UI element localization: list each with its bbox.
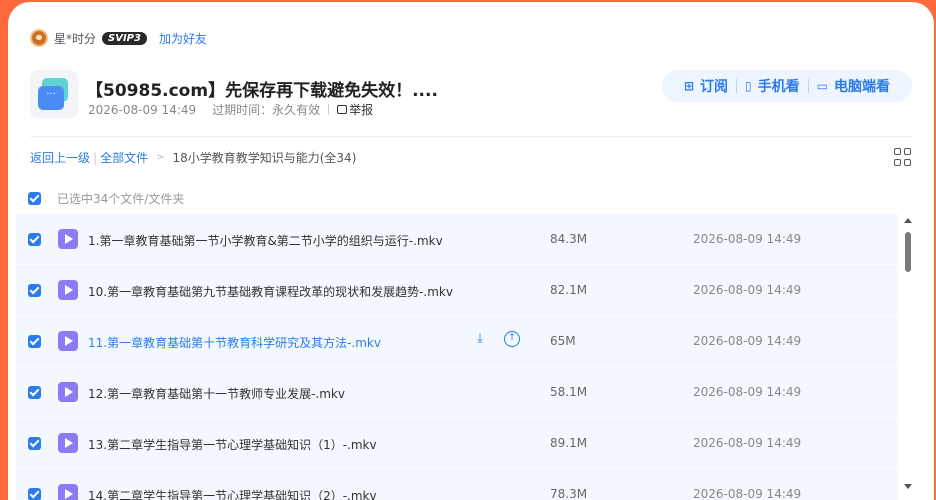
breadcrumb-current: 18小学教育教学知识与能力(全34) bbox=[172, 151, 357, 165]
monitor-icon: ▭ bbox=[816, 79, 828, 93]
share-title: 【50985.com】先保存再下载避免失效！.... bbox=[86, 81, 438, 101]
share-created: 2026-08-09 14:49 bbox=[88, 102, 197, 117]
scrollbar[interactable] bbox=[902, 214, 914, 494]
file-date: 2026-08-09 14:49 bbox=[693, 385, 802, 399]
subscribe-button[interactable]: ⊞ 订阅 bbox=[676, 76, 736, 96]
pc-view-label: 电脑端看 bbox=[834, 79, 890, 95]
scrollbar-thumb[interactable] bbox=[905, 232, 911, 272]
share-card: 星*时分 SVIP3 加为好友 ··· 【50985.com】先保存再下载避免失… bbox=[8, 2, 934, 500]
file-name[interactable]: 14.第二章学生指导第一节心理学基础知识（2）-.mkv bbox=[88, 487, 377, 500]
video-file-icon bbox=[58, 331, 78, 351]
file-size: 84.3M bbox=[550, 232, 588, 246]
row-checkbox[interactable] bbox=[28, 488, 41, 500]
scroll-down-icon[interactable] bbox=[904, 484, 912, 489]
sharer-info: 星*时分 SVIP3 加为好友 bbox=[30, 28, 207, 48]
expire-value: 永久有效 bbox=[272, 103, 321, 117]
file-size: 58.1M bbox=[550, 385, 588, 399]
avatar[interactable] bbox=[30, 29, 48, 47]
select-all-row: 已选中34个文件/文件夹 bbox=[28, 188, 184, 208]
video-file-icon bbox=[58, 382, 78, 402]
share-header: ··· 【50985.com】先保存再下载避免失效！.... 2026-08-0… bbox=[30, 70, 912, 122]
table-row[interactable]: 12.第一章教育基础第十一节教师专业发展-.mkv 58.1M 2026-08-… bbox=[16, 367, 898, 418]
breadcrumb-all-files[interactable]: 全部文件 bbox=[100, 149, 148, 166]
scroll-up-icon[interactable] bbox=[904, 218, 912, 223]
video-file-icon bbox=[58, 433, 78, 453]
pc-view-button[interactable]: ▭ 电脑端看 bbox=[809, 76, 898, 96]
row-checkbox[interactable] bbox=[28, 233, 41, 246]
file-date: 2026-08-09 14:49 bbox=[693, 436, 802, 450]
breadcrumb: 返回上一级 | 全部文件 > 18小学教育教学知识与能力(全34) bbox=[30, 149, 357, 166]
sharer-name[interactable]: 星*时分 bbox=[54, 30, 96, 47]
file-size: 78.3M bbox=[550, 487, 588, 500]
table-row[interactable]: 10.第一章教育基础第九节基础教育课程改革的现状和发展趋势-.mkv 82.1M… bbox=[16, 265, 898, 316]
file-name[interactable]: 13.第二章学生指导第一节心理学基础知识（1）-.mkv bbox=[88, 436, 377, 453]
video-file-icon bbox=[58, 484, 78, 500]
share-meta: 2026-08-09 14:49 过期时间： 永久有效 举报 bbox=[88, 101, 373, 118]
file-date: 2026-08-09 14:49 bbox=[693, 487, 802, 500]
file-size: 65M bbox=[550, 334, 576, 348]
subscribe-icon: ⊞ bbox=[683, 79, 695, 93]
report-button[interactable]: 举报 bbox=[337, 101, 373, 118]
file-size: 89.1M bbox=[550, 436, 588, 450]
expire-label: 过期时间： bbox=[212, 103, 273, 117]
file-size: 82.1M bbox=[550, 283, 588, 297]
vip-badge: SVIP3 bbox=[102, 31, 147, 45]
report-icon bbox=[337, 105, 348, 114]
add-friend-link[interactable]: 加为好友 bbox=[159, 30, 207, 47]
file-date: 2026-08-09 14:49 bbox=[693, 334, 802, 348]
file-name[interactable]: 12.第一章教育基础第十一节教师专业发展-.mkv bbox=[88, 385, 345, 402]
divider bbox=[30, 136, 912, 137]
report-label: 举报 bbox=[349, 103, 374, 117]
file-date: 2026-08-09 14:49 bbox=[693, 283, 802, 297]
file-name[interactable]: 10.第一章教育基础第九节基础教育课程改革的现状和发展趋势-.mkv bbox=[88, 283, 453, 300]
row-checkbox[interactable] bbox=[28, 284, 41, 297]
table-row[interactable]: 13.第二章学生指导第一节心理学基础知识（1）-.mkv 89.1M 2026-… bbox=[16, 418, 898, 469]
file-name[interactable]: 1.第一章教育基础第一节小学教育&第二节小学的组织与运行-.mkv bbox=[88, 232, 443, 249]
file-date: 2026-08-09 14:49 bbox=[693, 232, 802, 246]
row-checkbox[interactable] bbox=[28, 437, 41, 450]
selection-label: 已选中34个文件/文件夹 bbox=[57, 191, 185, 206]
folder-group-icon: ··· bbox=[30, 70, 78, 118]
save-to-cloud-icon[interactable]: ↑ bbox=[504, 331, 520, 347]
mobile-view-label: 手机看 bbox=[757, 79, 800, 95]
row-checkbox[interactable] bbox=[28, 386, 41, 399]
breadcrumb-back[interactable]: 返回上一级 bbox=[30, 149, 90, 166]
phone-icon: ▯ bbox=[745, 79, 752, 93]
table-row[interactable]: 14.第二章学生指导第一节心理学基础知识（2）-.mkv 78.3M 2026-… bbox=[16, 469, 898, 500]
file-list: 1.第一章教育基础第一节小学教育&第二节小学的组织与运行-.mkv 84.3M … bbox=[16, 214, 898, 500]
view-actions: ⊞ 订阅 ▯ 手机看 ▭ 电脑端看 bbox=[661, 70, 912, 102]
chevron-right-icon: > bbox=[156, 152, 165, 163]
download-icon[interactable]: ⤓ bbox=[472, 331, 488, 347]
select-all-checkbox[interactable] bbox=[28, 191, 41, 205]
table-row[interactable]: 11.第一章教育基础第十节教育科学研究及其方法-.mkv ⤓ ↑ 65M 202… bbox=[16, 316, 898, 367]
video-file-icon bbox=[58, 280, 78, 300]
subscribe-label: 订阅 bbox=[700, 79, 729, 95]
file-name[interactable]: 11.第一章教育基础第十节教育科学研究及其方法-.mkv bbox=[88, 334, 381, 351]
grid-view-icon[interactable] bbox=[894, 148, 912, 166]
table-row[interactable]: 1.第一章教育基础第一节小学教育&第二节小学的组织与运行-.mkv 84.3M … bbox=[16, 214, 898, 265]
video-file-icon bbox=[58, 229, 78, 249]
row-checkbox[interactable] bbox=[28, 335, 41, 348]
mobile-view-button[interactable]: ▯ 手机看 bbox=[737, 76, 808, 96]
row-actions: ⤓ ↑ bbox=[472, 331, 520, 347]
